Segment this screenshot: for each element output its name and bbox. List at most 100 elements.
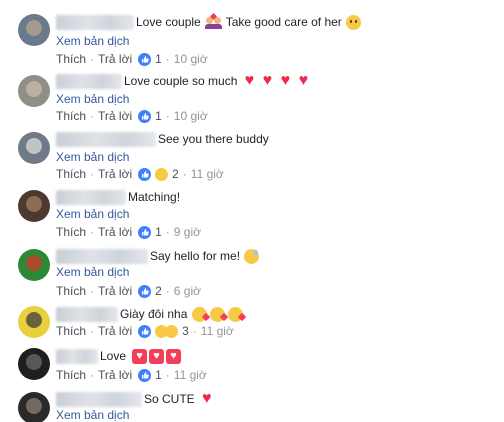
comment-text: Matching!: [128, 190, 181, 204]
reaction-count[interactable]: 1: [155, 52, 162, 66]
reaction-count[interactable]: 2: [155, 284, 162, 298]
like-link[interactable]: Thích: [56, 284, 86, 298]
author-name[interactable]: [56, 14, 134, 30]
reply-link[interactable]: Trả lời: [98, 109, 132, 123]
author-name[interactable]: [56, 248, 148, 264]
reaction-count[interactable]: 3: [182, 324, 189, 338]
reply-link[interactable]: Trả lời: [98, 225, 132, 239]
separator: ·: [90, 225, 95, 239]
like-link[interactable]: Thích: [56, 324, 86, 338]
comment-text-continued: Take good care of her: [225, 15, 342, 29]
translate-link[interactable]: Xem bản dịch: [56, 150, 129, 164]
comment-body: Love couple so much ♥ ♥ ♥ ♥: [56, 72, 311, 90]
thumbs-up-icon[interactable]: [138, 324, 152, 338]
sad-reaction-icon[interactable]: [155, 167, 169, 181]
thumbs-up-icon[interactable]: [138, 368, 152, 382]
comment-text: Love: [100, 349, 127, 363]
smiley-emoji-icon: [345, 14, 361, 30]
separator: ·: [90, 284, 95, 298]
heart-emoji-icon: ♥: [149, 348, 165, 364]
timestamp[interactable]: 11 giờ: [174, 368, 207, 382]
heart-emoji-icon: ♥: [132, 348, 148, 364]
like-link[interactable]: Thích: [56, 52, 86, 66]
kiss-emoji-icon: [192, 306, 208, 322]
thumbs-up-icon[interactable]: [138, 52, 152, 66]
comment-text: Giày đôi nha: [120, 307, 188, 321]
comment-body: Say hello for me!: [56, 247, 260, 265]
translate-link[interactable]: Xem bản dịch: [56, 207, 129, 221]
comment-text: See you there buddy: [158, 132, 269, 146]
comment-actions: Thích · Trả lời 3 · 11 giờ: [56, 323, 234, 339]
avatar[interactable]: [18, 132, 50, 164]
thumbs-up-icon[interactable]: [138, 284, 152, 298]
avatar[interactable]: [18, 249, 50, 281]
reaction-count[interactable]: 1: [155, 225, 162, 239]
reply-link[interactable]: Trả lời: [98, 284, 132, 298]
comment-body: So CUTE ♥: [56, 390, 215, 408]
separator: ·: [165, 225, 170, 239]
sweat-smile-emoji-icon: [244, 248, 260, 264]
thumbs-up-icon[interactable]: [138, 167, 152, 181]
author-name[interactable]: [56, 189, 126, 205]
like-link[interactable]: Thích: [56, 167, 86, 181]
translate-link[interactable]: Xem bản dịch: [56, 34, 129, 48]
like-link[interactable]: Thích: [56, 225, 86, 239]
separator: ·: [90, 52, 95, 66]
separator: ·: [182, 167, 187, 181]
separator: ·: [165, 368, 170, 382]
separator: ·: [165, 109, 170, 123]
avatar[interactable]: [18, 348, 50, 380]
thumbs-up-icon[interactable]: [138, 109, 152, 123]
reaction-count[interactable]: 2: [172, 167, 179, 181]
separator: ·: [90, 368, 95, 382]
separator: ·: [90, 167, 95, 181]
avatar[interactable]: [18, 392, 50, 422]
reply-link[interactable]: Trả lời: [98, 167, 132, 181]
timestamp[interactable]: 9 giờ: [174, 225, 201, 239]
separator: ·: [90, 324, 95, 338]
timestamp[interactable]: 11 giờ: [201, 324, 234, 338]
separator: ·: [165, 52, 170, 66]
thumbs-up-icon[interactable]: [138, 225, 152, 239]
timestamp[interactable]: 10 giờ: [174, 109, 208, 123]
reply-link[interactable]: Trả lời: [98, 368, 132, 382]
avatar[interactable]: [18, 190, 50, 222]
comment-body: Giày đôi nha: [56, 305, 244, 323]
author-name[interactable]: [56, 73, 122, 89]
reply-link[interactable]: Trả lời: [98, 52, 132, 66]
timestamp[interactable]: 11 giờ: [191, 167, 224, 181]
avatar[interactable]: [18, 14, 50, 46]
timestamp[interactable]: 6 giờ: [174, 284, 201, 298]
translate-link[interactable]: Xem bản dịch: [56, 408, 129, 422]
avatar[interactable]: [18, 306, 50, 338]
reaction-count[interactable]: 1: [155, 109, 162, 123]
separator: ·: [165, 284, 170, 298]
author-name[interactable]: [56, 131, 156, 147]
author-name[interactable]: [56, 348, 98, 364]
author-name[interactable]: [56, 391, 142, 407]
comment-text: Love couple so much: [124, 74, 238, 88]
comment-actions: Thích · Trả lời 1 · 10 giờ: [56, 51, 208, 67]
kiss-emoji-icon: [228, 306, 244, 322]
heart-emoji-icon: ♥: [166, 348, 182, 364]
comment-actions: Thích · Trả lời 1 · 11 giờ: [56, 367, 207, 383]
author-name[interactable]: [56, 306, 118, 322]
heart-emoji-icon: ♥: [280, 72, 291, 89]
avatar[interactable]: [18, 75, 50, 107]
translate-link[interactable]: Xem bản dịch: [56, 92, 129, 106]
heart-emoji-icon: ♥: [298, 72, 309, 89]
wow-reaction-icon[interactable]: [165, 324, 179, 338]
translate-link[interactable]: Xem bản dịch: [56, 265, 129, 279]
comment-actions: Thích · Trả lời 2 · 11 giờ: [56, 166, 224, 182]
heart-emoji-icon: ♥: [244, 72, 255, 89]
heart-emoji-icon: ♥: [262, 72, 273, 89]
comment-actions: Thích · Trả lời 1 · 9 giờ: [56, 224, 201, 240]
reply-link[interactable]: Trả lời: [98, 324, 132, 338]
comment-text: So CUTE: [144, 392, 195, 406]
couple-emoji-icon: [204, 12, 223, 29]
timestamp[interactable]: 10 giờ: [174, 52, 208, 66]
like-link[interactable]: Thích: [56, 109, 86, 123]
kiss-emoji-icon: [210, 306, 226, 322]
reaction-count[interactable]: 1: [155, 368, 162, 382]
like-link[interactable]: Thích: [56, 368, 86, 382]
